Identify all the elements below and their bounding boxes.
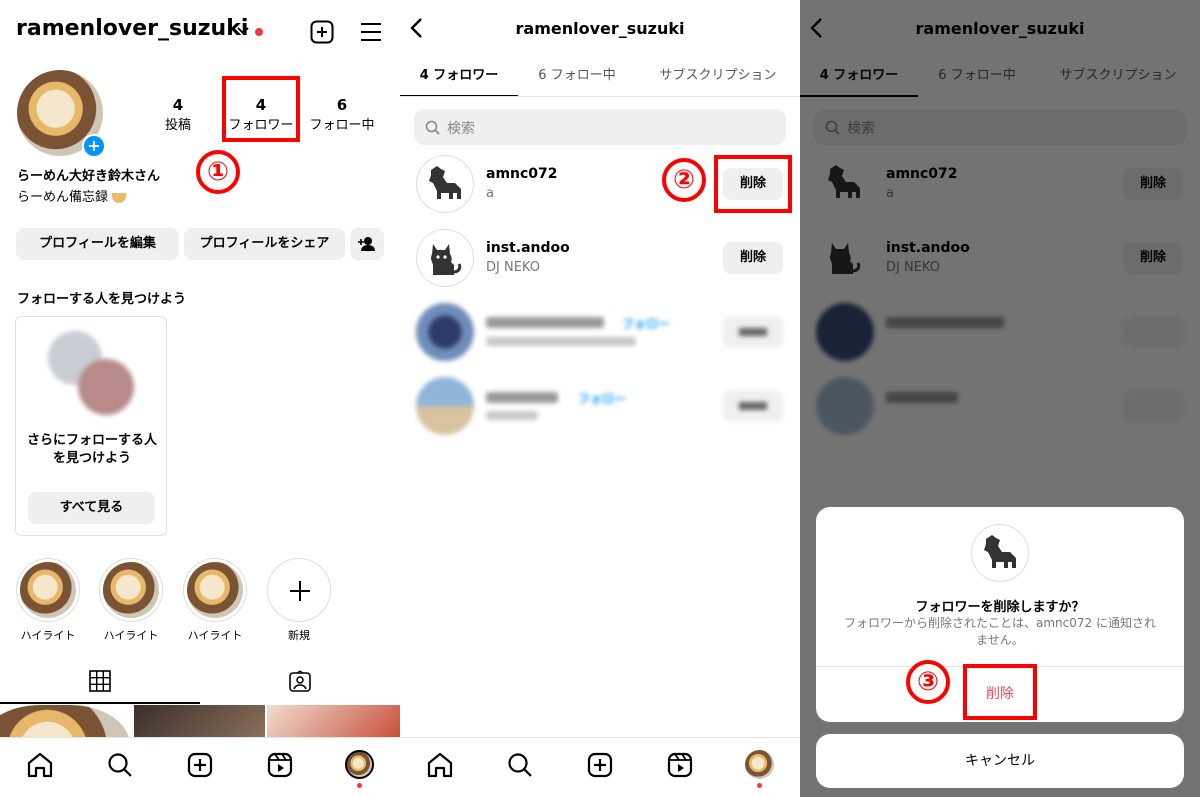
annotation-box-1 <box>222 76 300 142</box>
followers-header-title: ramenlover_suzuki <box>515 19 685 38</box>
profile-screen: ramenlover_suzuki + 4 投稿 4 フォロワー 6 フォロー中… <box>0 0 400 797</box>
notification-dot <box>255 28 263 36</box>
highlight-3[interactable] <box>183 558 247 622</box>
tab-divider <box>400 96 800 97</box>
plus-icon <box>290 581 310 601</box>
bio-text: らーめん備忘録 <box>17 186 127 205</box>
blurred-label <box>739 402 767 410</box>
bottom-tab-bar <box>0 737 400 797</box>
follower-4-follow-link[interactable]: フォロー <box>578 390 626 407</box>
cat-icon <box>431 244 462 275</box>
profile-username[interactable]: ramenlover_suzuki <box>16 16 248 41</box>
home-icon[interactable] <box>425 750 455 780</box>
tab-following[interactable]: 6 フォロー中 <box>522 64 632 83</box>
profile-tab-avatar[interactable] <box>745 750 774 779</box>
annotation-badge-3: ③ <box>906 660 950 704</box>
dialog-message: フォロワーから削除されたことは、amnc072 に通知されません。 <box>844 616 1156 647</box>
search-icon[interactable] <box>105 750 135 780</box>
remove-follower-4-button[interactable] <box>723 390 783 422</box>
follower-3-subtitle-blurred <box>486 337 636 346</box>
search-small-icon <box>425 120 440 135</box>
create-icon[interactable] <box>310 20 334 44</box>
posts-stat[interactable]: 4 投稿 <box>150 96 206 133</box>
menu-icon[interactable] <box>360 22 382 42</box>
create-tab-icon[interactable] <box>585 750 615 780</box>
follower-1-subtitle: a <box>486 186 494 201</box>
add-person-button[interactable] <box>350 228 384 260</box>
follower-2-subtitle: DJ NEKO <box>486 260 540 275</box>
followers-screen: ramenlover_suzuki 4 フォロワー 6 フォロー中 サブスクリプ… <box>400 0 800 797</box>
follower-2-username[interactable]: inst.andoo <box>486 240 570 256</box>
remove-follower-3-button[interactable] <box>723 316 783 348</box>
add-story-icon[interactable]: + <box>82 134 106 158</box>
remove-follower-2-button[interactable]: 削除 <box>723 242 783 274</box>
dialog-title: フォロワーを削除しますか？ <box>915 600 1085 615</box>
tab-followers[interactable]: 4 フォロワー <box>400 64 518 83</box>
grid-tab-indicator <box>0 702 200 704</box>
highlight-1[interactable] <box>16 558 80 622</box>
remove-follower-dialog-screen: ramenlover_suzuki 4 フォロワー 6 フォロー中 サブスクリプ… <box>800 0 1200 797</box>
post-thumb-2[interactable] <box>134 705 265 737</box>
follower-4-username-blurred <box>486 392 558 403</box>
display-name: らーめん大好き鈴木さん <box>17 169 161 184</box>
suggestion-avatar-front <box>78 359 134 415</box>
tab-subscriptions[interactable]: サブスクリプション <box>648 64 788 83</box>
blurred-label <box>739 328 767 336</box>
profile-tab-avatar[interactable] <box>345 750 374 779</box>
share-profile-button[interactable]: プロフィールをシェア <box>184 228 345 260</box>
profile-tab-dot <box>357 783 362 788</box>
highlight-2-label: ハイライト <box>103 629 159 642</box>
new-highlight-label: 新規 <box>288 629 310 642</box>
search-bar[interactable]: 検索 <box>414 109 786 145</box>
following-stat[interactable]: 6 フォロー中 <box>304 96 380 133</box>
create-tab-icon[interactable] <box>185 750 215 780</box>
post-grid <box>0 705 400 797</box>
highlight-2[interactable] <box>99 558 163 622</box>
search-icon[interactable] <box>505 750 535 780</box>
search-placeholder: 検索 <box>447 121 475 137</box>
reels-icon[interactable] <box>265 750 295 780</box>
annotation-badge-1: ① <box>196 150 240 194</box>
profile-tab-dot <box>757 783 762 788</box>
chevron-down-icon[interactable] <box>236 26 250 36</box>
dog-icon <box>984 535 1016 568</box>
follower-avatar-dog[interactable] <box>416 155 474 213</box>
highlight-3-label: ハイライト <box>187 629 243 642</box>
follower-3-avatar[interactable] <box>416 303 474 361</box>
bottom-tab-bar <box>400 737 800 797</box>
follower-4-subtitle-blurred <box>486 411 538 420</box>
highlight-1-label: ハイライト <box>20 629 76 642</box>
see-all-button[interactable]: すべて見る <box>28 492 155 524</box>
cancel-button[interactable]: キャンセル <box>816 734 1184 788</box>
follower-1-username[interactable]: amnc072 <box>486 166 558 182</box>
annotation-badge-2: ② <box>662 158 706 202</box>
annotation-box-3 <box>963 664 1037 720</box>
ramen-icon <box>112 192 127 203</box>
edit-profile-button[interactable]: プロフィールを編集 <box>16 228 179 260</box>
follower-4-avatar[interactable] <box>416 377 474 435</box>
add-person-icon <box>358 237 375 251</box>
dialog-avatar <box>971 524 1029 582</box>
discover-heading: フォローする人を見つけよう <box>17 292 187 307</box>
back-icon[interactable] <box>408 16 424 40</box>
dog-icon <box>429 166 461 199</box>
home-icon[interactable] <box>25 750 55 780</box>
tagged-icon[interactable] <box>289 670 311 692</box>
suggestion-card: さらにフォローする人を見つけよう すべて見る <box>15 316 167 536</box>
grid-icon[interactable] <box>89 670 111 692</box>
post-thumb-3[interactable] <box>267 705 400 737</box>
follower-3-follow-link[interactable]: フォロー <box>622 315 670 332</box>
highlight-1-image <box>20 562 76 618</box>
annotation-box-2 <box>714 155 792 213</box>
follower-avatar-cat[interactable] <box>416 229 474 287</box>
new-highlight-button[interactable] <box>267 558 331 622</box>
reels-icon[interactable] <box>665 750 695 780</box>
highlight-2-image <box>103 562 159 618</box>
follower-3-username-blurred <box>486 317 604 328</box>
highlight-3-image <box>187 562 243 618</box>
suggestion-text: さらにフォローする人を見つけよう <box>26 433 157 466</box>
